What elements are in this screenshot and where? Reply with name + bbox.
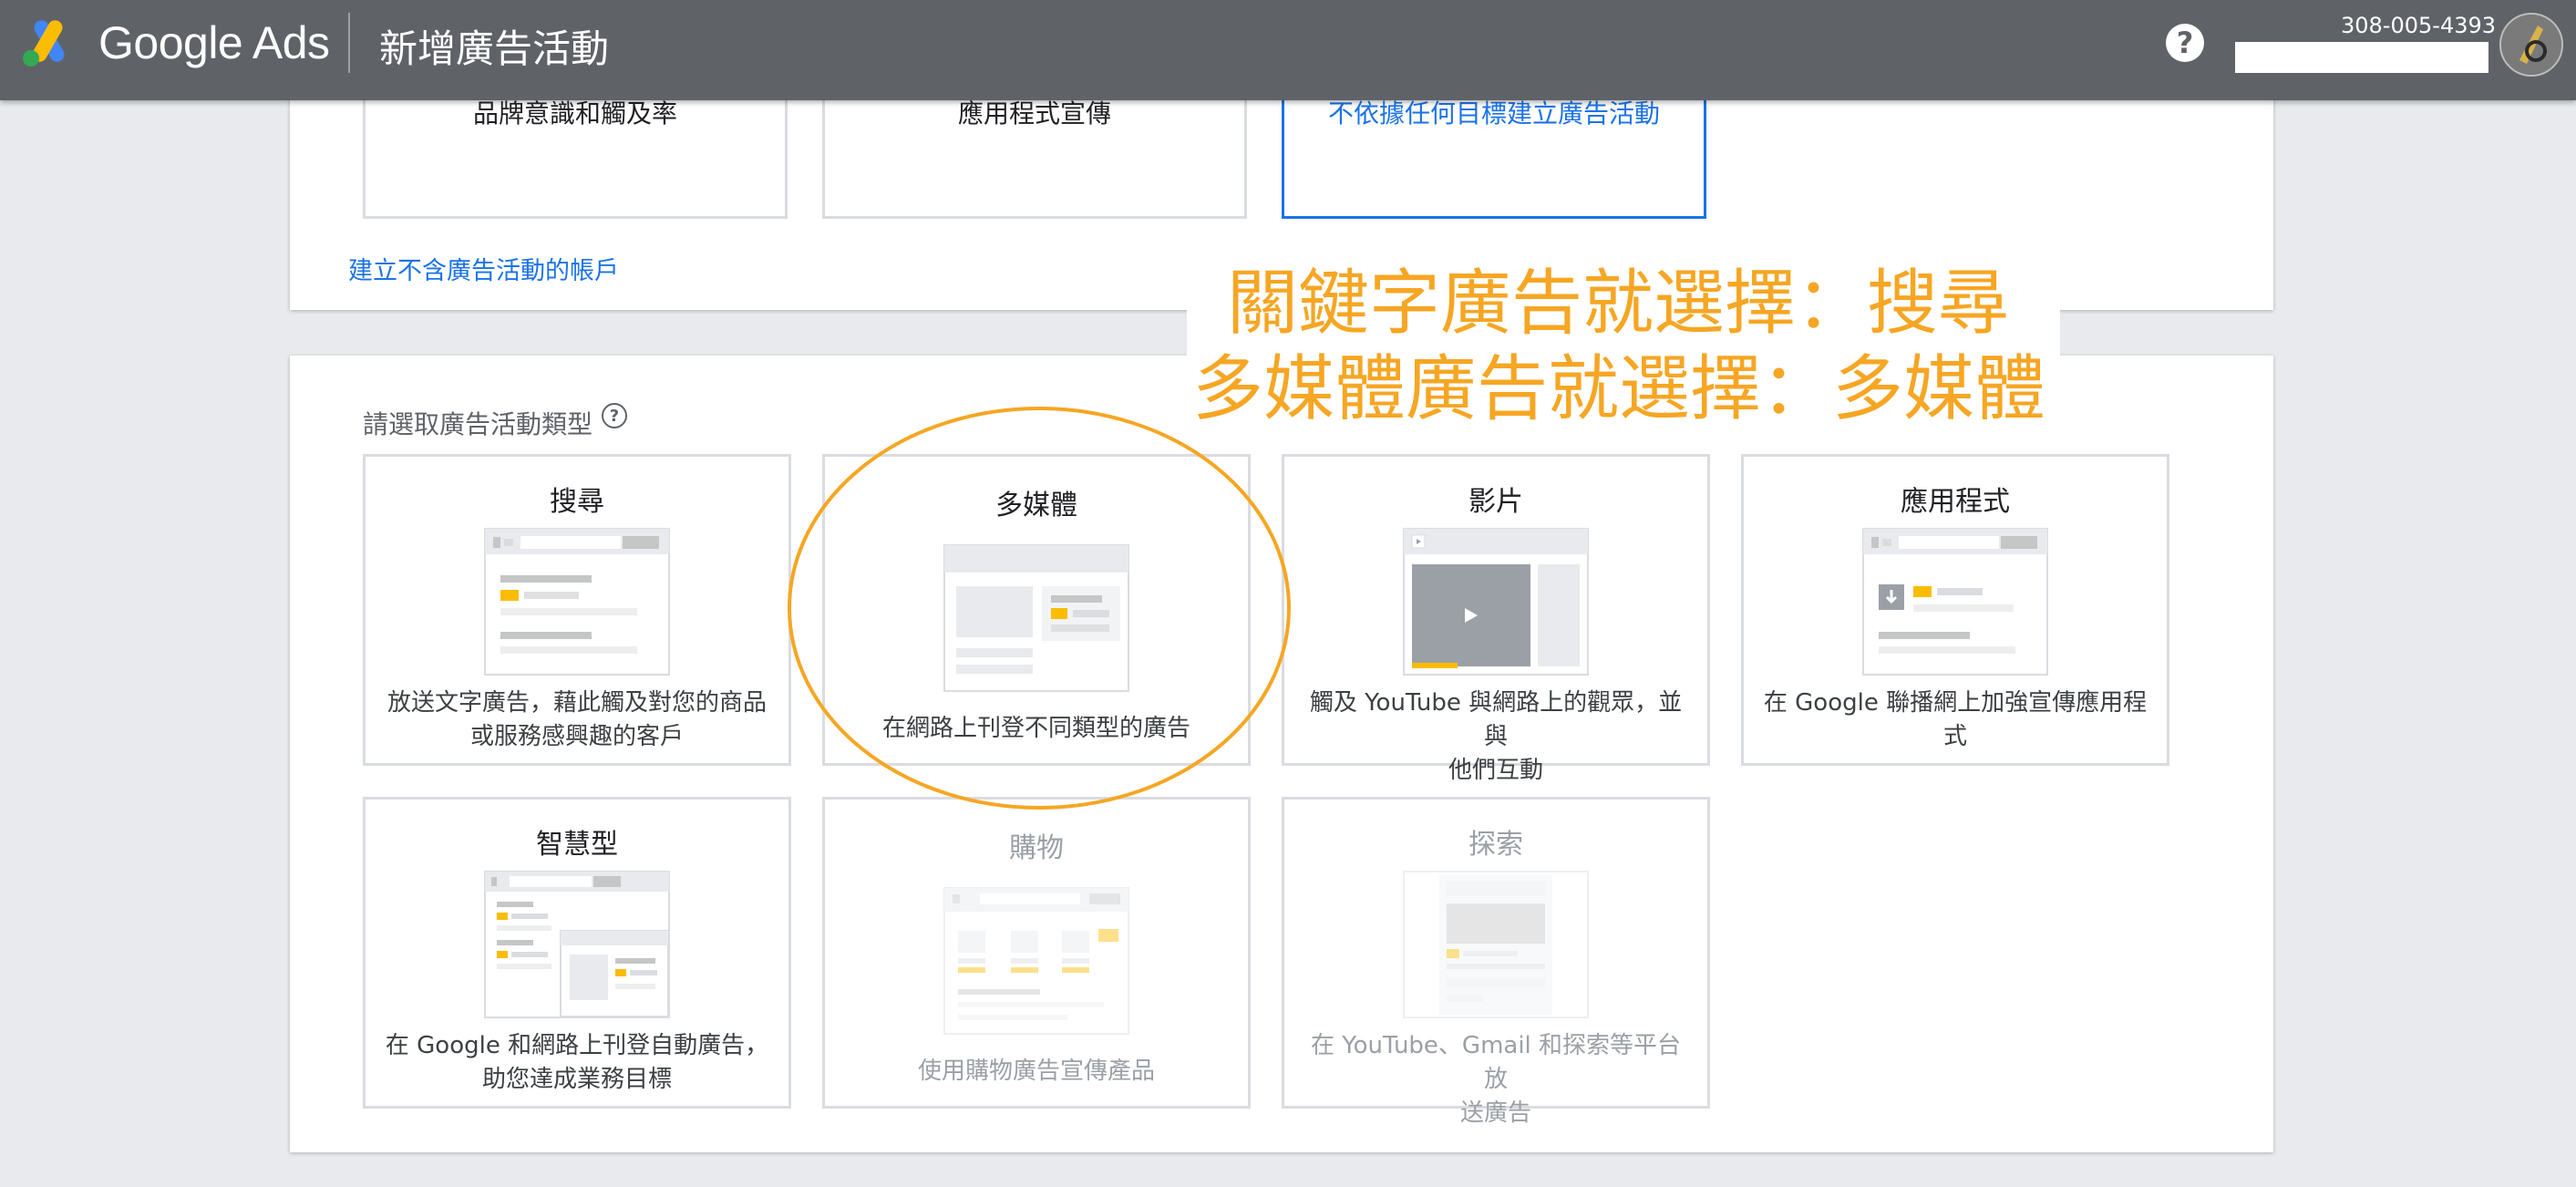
campaign-type-title: 搜尋 [550,486,604,518]
description-line: 他們互動 [1448,757,1543,784]
description-line: 使用購物廣告宣傳產品 [917,1058,1155,1085]
campaign-type-title: 應用程式 [1901,486,2010,518]
smart-ad-illustration-icon [484,871,670,1018]
campaign-type-description: 觸及 YouTube 與網路上的觀眾，並與 他們互動 [1303,686,1689,788]
description-line: 在 Google 聯播網上加強宣傳應用程 [1763,689,2148,717]
campaign-type-description: 在 Google 和網路上刊登自動廣告， 助您達成業務目標 [384,1029,770,1097]
avatar[interactable] [2499,13,2563,77]
description-line: 觸及 YouTube 與網路上的觀眾，並與 [1309,689,1683,750]
title-divider [348,13,350,73]
campaign-type-title: 智慧型 [536,829,618,861]
description-line: 式 [1942,723,1967,750]
campaign-type-description: 在 YouTube、Gmail 和探索等平台放 送廣告 [1303,1029,1689,1130]
campaign-type-video[interactable]: 影片 觸及 YouTube 與網路上的觀眾，並與 他們互動 [1282,454,1710,784]
help-icon[interactable]: ? [2166,24,2204,62]
campaign-type-title: 影片 [1468,486,1523,518]
shopping-ad-illustration-icon [943,887,1129,1035]
campaign-type-description: 在 Google 聯播網上加強宣傳應用程 式 [1762,686,2148,754]
campaign-type-description: 放送文字廣告，藉此觸及對您的商品 或服務感興趣的客戶 [384,686,770,754]
description-line: 或服務感興趣的客戶 [469,723,684,750]
description-line: 助您達成業務目標 [481,1066,672,1093]
campaign-type-title: 探索 [1468,829,1523,861]
campaign-type-description: 使用購物廣告宣傳產品 [843,1055,1230,1089]
description-line: 在 YouTube、Gmail 和探索等平台放 [1310,1032,1682,1093]
campaign-type-search[interactable]: 搜尋 放送文字廣告，藉此觸及對您的商品 或服務感興趣的客戶 [363,454,791,766]
help-outline-icon[interactable]: ? [602,403,627,428]
campaign-type-discovery: 探索 在 YouTube、Gmail 和探索等平台放 送廣告 [1282,797,1710,1127]
description-line: 送廣告 [1459,1099,1531,1127]
highlight-ellipse [788,407,1291,810]
app-ad-illustration-icon [1862,528,2048,676]
annotation-line-display: 多媒體廣告就選擇：多媒體 [1192,348,2046,430]
video-ad-illustration-icon [1403,528,1589,676]
campaign-type-title: 購物 [1009,832,1064,864]
google-ads-logo-icon[interactable] [18,16,77,67]
description-line: 在 Google 和網路上刊登自動廣告， [385,1032,769,1059]
campaign-type-smart[interactable]: 智慧型 在 Google 和網路上刊登自動廣告， 助您達成業務目標 [363,797,791,1109]
avatar-image-icon [2501,15,2561,75]
campaign-type-shopping: 購物 使用購物廣告宣傳產品 [822,797,1251,1109]
top-app-bar: Google Ads 新增廣告活動 ? 308-005-4393 [0,0,2576,100]
search-ad-illustration-icon [484,528,670,676]
create-account-without-campaign-link[interactable]: 建立不含廣告活動的帳戶 [348,251,619,286]
account-name-redacted [2235,42,2488,73]
campaign-type-app[interactable]: 應用程式 在 Google 聯播網上加強宣傳應用程 式 [1741,454,2169,766]
page-title: 新增廣告活動 [379,26,610,71]
campaign-type-label: 請選取廣告活動類型 [363,409,593,439]
account-id: 308-005-4393 [2341,13,2497,38]
discovery-ad-illustration-icon [1403,871,1589,1018]
description-line: 放送文字廣告，藉此觸及對您的商品 [386,689,767,717]
brand-name[interactable]: Google Ads [98,16,330,69]
